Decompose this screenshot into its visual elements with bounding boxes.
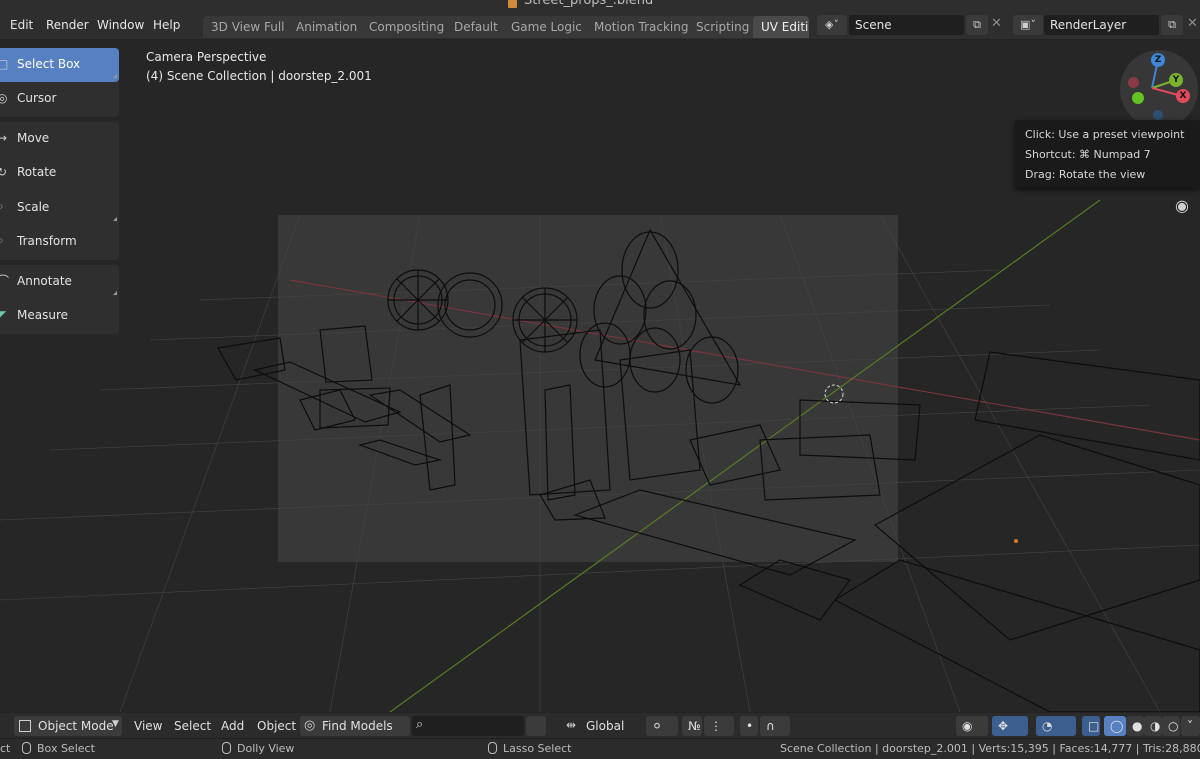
tooltip-line-2: Shortcut: ⌘ Numpad 7 — [1025, 148, 1151, 161]
globe-icon: ◎ — [304, 718, 316, 733]
menu-window[interactable]: Window — [97, 18, 144, 32]
visibility-button[interactable]: ◉ — [956, 716, 988, 736]
tab-game-logic[interactable]: Game Logic — [503, 16, 590, 38]
new-scene-icon[interactable]: ⧉ — [966, 15, 988, 35]
mouse-right-icon — [488, 742, 497, 754]
measure-icon: ◤ — [0, 308, 7, 322]
menu-object[interactable]: Object — [257, 716, 296, 736]
blend-file-icon — [508, 0, 517, 8]
status-lasso-select: Lasso Select — [488, 742, 572, 755]
move-icon: → — [0, 131, 8, 145]
transform-icon: ◦ — [0, 234, 5, 248]
falloff-button[interactable]: ∩ — [760, 716, 790, 736]
top-bar: Edit Render Window Help 3D View Full Ani… — [0, 10, 1200, 40]
find-models-menu[interactable]: Find Models — [300, 716, 410, 736]
xray-toggle[interactable]: □ — [1082, 716, 1100, 736]
tool-move[interactable]: → Move — [0, 122, 119, 156]
overlay-toggle[interactable]: ◔ — [1036, 716, 1076, 736]
menu-help[interactable]: Help — [153, 18, 180, 32]
menu-edit[interactable]: Edit — [10, 18, 33, 32]
3d-viewport[interactable]: Camera Perspective (4) Scene Collection … — [0, 40, 1200, 712]
menu-render[interactable]: Render — [46, 18, 89, 32]
x-axis-icon[interactable]: X — [1176, 89, 1190, 103]
solid-shading-button[interactable]: ● — [1126, 716, 1144, 736]
tool-select-box[interactable]: □ Select Box — [0, 48, 119, 82]
scene-statistics: Scene Collection | doorstep_2.001 | Vert… — [780, 742, 1200, 755]
mouse-middle-icon — [222, 742, 231, 754]
delete-view-layer-icon[interactable]: ✕ — [1187, 16, 1198, 31]
pivot-point-button[interactable]: ⚪ — [646, 716, 678, 736]
snap-element-button[interactable]: ⋮ — [704, 716, 734, 736]
view-name: Camera Perspective — [146, 50, 267, 64]
search-input[interactable] — [412, 716, 524, 736]
tool-scale[interactable]: ◦ Scale — [0, 191, 119, 225]
navigation-gizmo[interactable]: Z Y X — [1120, 50, 1198, 128]
tool-transform[interactable]: ◦ Transform — [0, 225, 119, 259]
gizmo-toggle[interactable]: ✥ — [992, 716, 1028, 736]
status-partial: ct — [0, 742, 11, 755]
proportional-edit-toggle[interactable]: • — [740, 716, 758, 736]
window-title: Street_props_.blend — [524, 0, 654, 8]
tooltip-line-1: Click: Use a preset viewpoint — [1025, 128, 1185, 141]
search-dropdown[interactable] — [526, 716, 546, 736]
search-icon: ⌕ — [416, 717, 424, 732]
tool-cursor[interactable]: ◎ Cursor — [0, 82, 119, 116]
rotate-icon: ↻ — [0, 165, 8, 179]
shading-options-button[interactable]: ˅ — [1181, 716, 1200, 736]
gizmo-tooltip: Click: Use a preset viewpoint Shortcut: … — [1015, 120, 1200, 188]
viewport-header: Object Mode ▼ View Select Add Object Fin… — [0, 712, 1200, 738]
select-box-icon: □ — [0, 57, 9, 71]
scale-icon: ◦ — [0, 200, 5, 214]
material-shading-button[interactable]: ◑ — [1144, 716, 1162, 736]
rendered-shading-button[interactable]: ○ — [1162, 716, 1180, 736]
chevron-down-icon: ▼ — [112, 719, 119, 729]
status-dolly-view: Dolly View — [222, 742, 294, 755]
cursor-icon: ◎ — [0, 91, 8, 105]
collection-info: (4) Scene Collection | doorstep_2.001 — [146, 69, 372, 83]
view-layer-field[interactable]: RenderLayer — [1044, 15, 1159, 35]
toolbar-transform-group: → Move ↻ Rotate ◦ Scale ◦ Transform — [0, 122, 119, 260]
mouse-left-icon — [22, 742, 31, 754]
neg-z-axis-icon[interactable] — [1153, 110, 1163, 120]
menu-view[interactable]: View — [134, 716, 162, 736]
menu-select[interactable]: Select — [174, 716, 211, 736]
tool-measure[interactable]: ◤ Measure — [0, 299, 119, 333]
tool-annotate[interactable]: ⌒ Annotate — [0, 265, 119, 299]
tooltip-line-3: Drag: Rotate the view — [1025, 168, 1146, 181]
window-titlebar: Street_props_.blend — [0, 0, 1200, 10]
view-layer-icon[interactable]: ▣˅ — [1013, 15, 1043, 35]
tab-motion-tracking[interactable]: Motion Tracking — [586, 16, 697, 38]
camera-view-icon[interactable]: ◉ — [1175, 196, 1189, 215]
tab-animation[interactable]: Animation — [288, 16, 366, 38]
scene-field[interactable]: Scene — [849, 15, 964, 35]
wireframe-shading-button[interactable]: ◯ — [1104, 716, 1126, 736]
annotate-icon: ⌒ — [0, 274, 10, 288]
tab-uv-editing[interactable]: UV Editin — [753, 16, 809, 38]
delete-scene-icon[interactable]: ✕ — [991, 16, 1002, 31]
tab-3d-view-full[interactable]: 3D View Full — [203, 16, 293, 38]
neg-x-axis-icon[interactable] — [1128, 77, 1139, 88]
status-box-select: Box Select — [22, 742, 95, 755]
neg-y-axis-icon[interactable] — [1132, 92, 1144, 104]
scene-icon[interactable]: ◈˅ — [817, 15, 847, 35]
new-view-layer-icon[interactable]: ⧉ — [1161, 15, 1183, 35]
toolbar-select-group: □ Select Box ◎ Cursor — [0, 48, 119, 117]
orientation-icon: ⇹ — [566, 718, 577, 732]
tab-compositing[interactable]: Compositing — [361, 16, 453, 38]
menu-add[interactable]: Add — [221, 716, 244, 736]
object-origin — [1014, 539, 1018, 543]
snap-toggle[interactable]: № — [682, 716, 702, 736]
y-axis-icon[interactable]: Y — [1169, 73, 1183, 87]
tab-scripting[interactable]: Scripting — [688, 16, 758, 38]
object-mode-icon — [19, 720, 31, 732]
status-bar: ct Box Select Dolly View Lasso Select Sc… — [0, 738, 1200, 759]
toolbar-annotate-group: ⌒ Annotate ◤ Measure — [0, 265, 119, 334]
z-axis-icon[interactable]: Z — [1151, 53, 1165, 67]
tool-rotate[interactable]: ↻ Rotate — [0, 156, 119, 190]
tab-default[interactable]: Default — [446, 16, 506, 38]
